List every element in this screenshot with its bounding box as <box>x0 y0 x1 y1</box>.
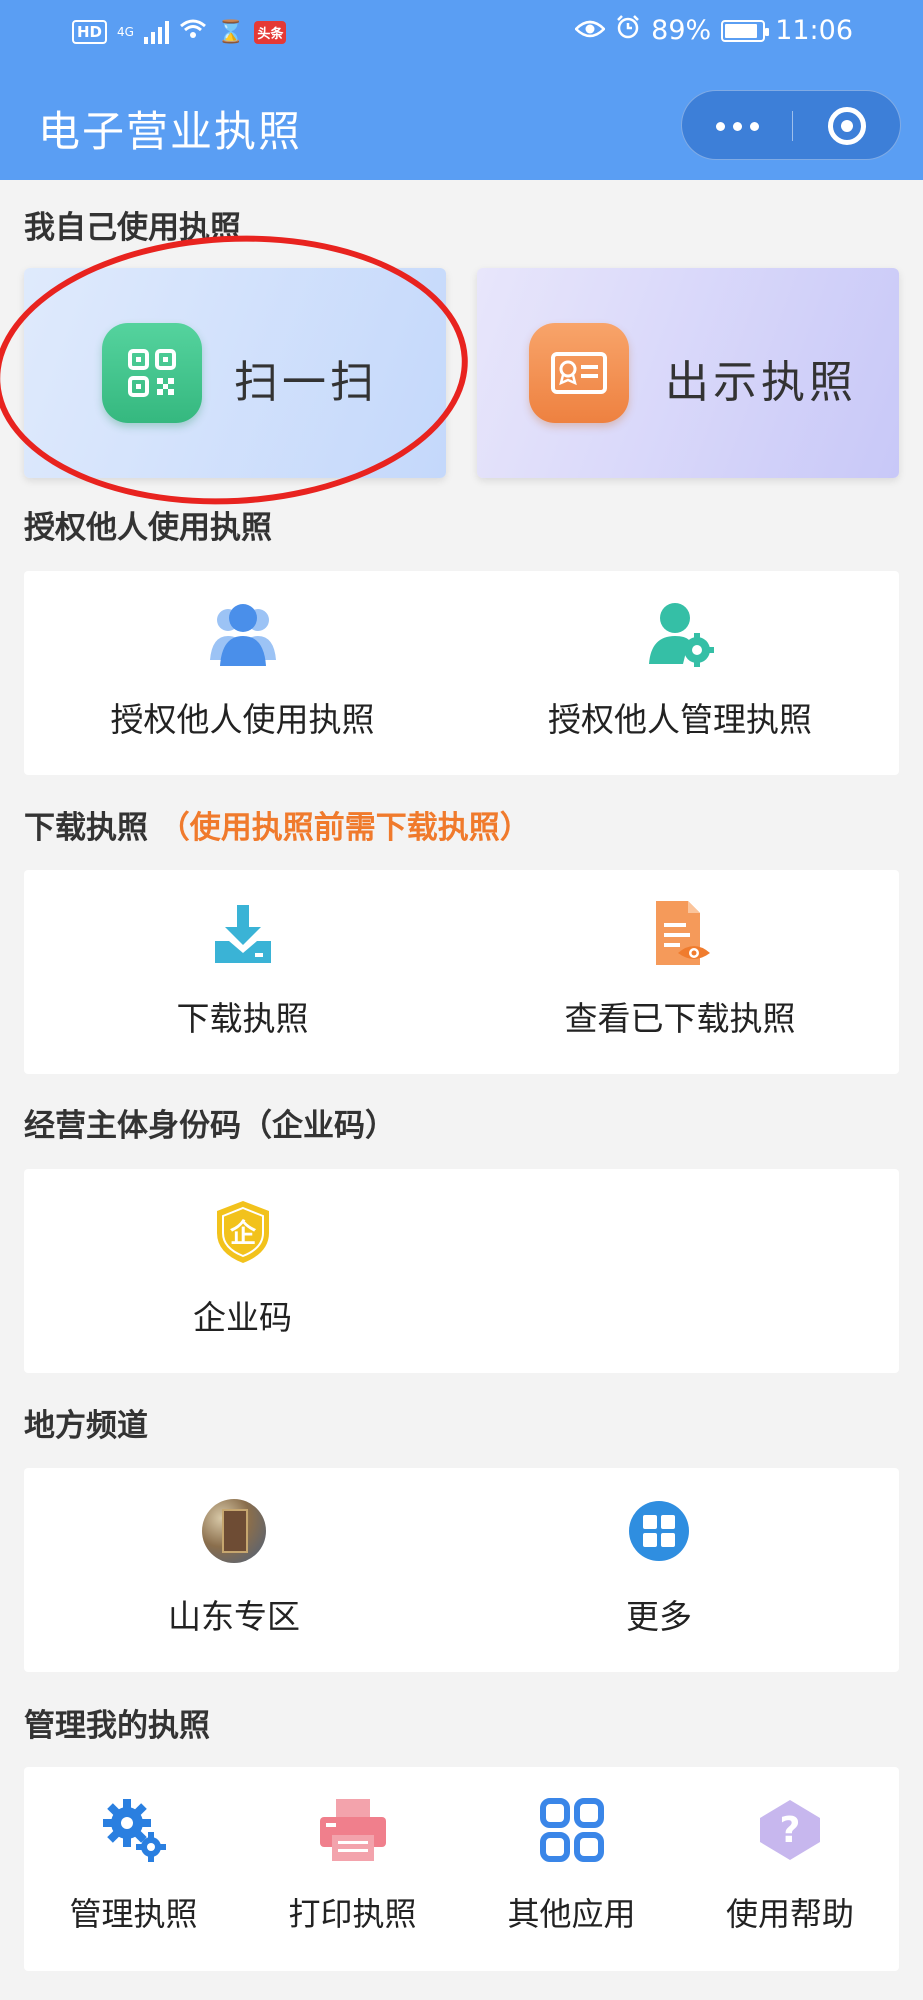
download-license-label: 下载执照 <box>176 999 309 1038</box>
view-downloaded-button[interactable]: 查看已下载执照 <box>461 870 899 1074</box>
shandong-avatar <box>202 1499 266 1563</box>
section-title-manage: 管理我的执照 <box>24 1708 210 1744</box>
show-license-label: 出示执照 <box>665 357 857 408</box>
eye-icon <box>574 15 606 46</box>
status-bar: HD 4G ⌛ 头条 89% 11:06 <box>0 0 923 70</box>
status-right: 89% 11:06 <box>574 14 853 47</box>
other-apps-label: 其他应用 <box>507 1895 636 1933</box>
download-title-text: 下载执照 <box>24 810 148 846</box>
download-panel: 下载执照 查看已下载执照 <box>24 870 899 1074</box>
page-title: 电子营业执照 <box>38 107 303 156</box>
mini-program-capsule <box>681 90 901 160</box>
shandong-zone-button[interactable]: 山东专区 <box>24 1468 444 1672</box>
users-icon <box>206 597 280 671</box>
authorize-manage-label: 授权他人管理执照 <box>548 700 812 739</box>
dot-icon <box>715 121 725 131</box>
news-app-icon: 头条 <box>254 20 287 44</box>
authorize-panel: 授权他人使用执照 授权他人管理执照 <box>24 571 899 775</box>
dot-icon <box>732 121 742 131</box>
user-gear-icon <box>643 597 717 671</box>
document-view-icon <box>643 896 717 970</box>
license-card-icon <box>529 323 629 423</box>
shandong-photo-icon <box>197 1494 271 1568</box>
section-title-download: 下载执照 （使用执照前需下载执照） <box>24 802 531 847</box>
shandong-zone-label: 山东专区 <box>168 1597 300 1636</box>
more-channels-button[interactable]: 更多 <box>444 1468 874 1672</box>
download-license-button[interactable]: 下载执照 <box>24 870 461 1074</box>
help-icon: ? <box>753 1793 827 1867</box>
apps-icon <box>535 1793 609 1867</box>
enterprise-code-label: 企业码 <box>193 1298 292 1337</box>
scan-card-button[interactable]: 扫一扫 <box>24 268 446 478</box>
signal-icon <box>143 20 169 44</box>
other-apps-button[interactable]: 其他应用 <box>462 1767 681 1971</box>
network-type: 4G <box>117 25 134 39</box>
battery-fill <box>725 23 758 38</box>
help-glyph: ? <box>780 1810 801 1851</box>
print-license-label: 打印执照 <box>288 1895 417 1933</box>
authorize-use-label: 授权他人使用执照 <box>110 700 375 739</box>
help-button[interactable]: ? 使用帮助 <box>681 1767 899 1971</box>
printer-icon <box>316 1793 390 1867</box>
grid-more-icon <box>622 1494 696 1568</box>
local-panel: 山东专区 更多 <box>24 1468 899 1672</box>
target-icon <box>828 107 866 145</box>
battery-percent: 89% <box>651 15 712 46</box>
nav-bar: 电子营业执照 <box>0 70 923 180</box>
hd-badge: HD <box>72 20 108 44</box>
authorize-manage-button[interactable]: 授权他人管理执照 <box>461 571 899 775</box>
section-title-enterprise-code: 经营主体身份码（企业码） <box>24 1108 396 1144</box>
more-menu-button[interactable] <box>682 91 792 161</box>
gears-icon <box>97 1793 171 1867</box>
scan-label: 扫一扫 <box>234 357 378 408</box>
battery-icon <box>721 19 770 42</box>
manage-panel: 管理执照 打印执照 其他应用 ? 使用帮助 <box>24 1767 899 1971</box>
manage-license-button[interactable]: 管理执照 <box>24 1767 243 1971</box>
wifi-icon <box>179 18 207 46</box>
close-mini-program-button[interactable] <box>792 91 902 161</box>
authorize-use-button[interactable]: 授权他人使用执照 <box>24 571 461 775</box>
download-note: （使用执照前需下载执照） <box>158 810 531 846</box>
show-license-card-button[interactable]: 出示执照 <box>477 268 899 478</box>
enterprise-glyph: 企 <box>229 1218 256 1249</box>
section-title-local: 地方频道 <box>24 1408 148 1444</box>
qr-code-icon <box>102 323 202 423</box>
manage-license-label: 管理执照 <box>69 1895 198 1933</box>
view-downloaded-label: 查看已下载执照 <box>564 999 796 1038</box>
status-left: HD 4G ⌛ 头条 <box>72 18 287 46</box>
download-icon <box>206 896 280 970</box>
section-title-self-use: 我自己使用执照 <box>24 210 241 246</box>
help-label: 使用帮助 <box>725 1895 854 1933</box>
enterprise-code-button[interactable]: 企 企业码 <box>24 1169 461 1373</box>
more-channels-label: 更多 <box>626 1597 692 1636</box>
clock-time: 11:06 <box>775 15 853 46</box>
enterprise-code-panel: 企 企业码 <box>24 1169 899 1373</box>
dot-icon <box>749 121 759 131</box>
alarm-icon <box>615 14 641 47</box>
hourglass-icon: ⌛ <box>216 19 245 45</box>
section-title-authorize: 授权他人使用执照 <box>24 510 272 546</box>
print-license-button[interactable]: 打印执照 <box>243 1767 462 1971</box>
enterprise-shield-icon: 企 <box>206 1195 280 1269</box>
